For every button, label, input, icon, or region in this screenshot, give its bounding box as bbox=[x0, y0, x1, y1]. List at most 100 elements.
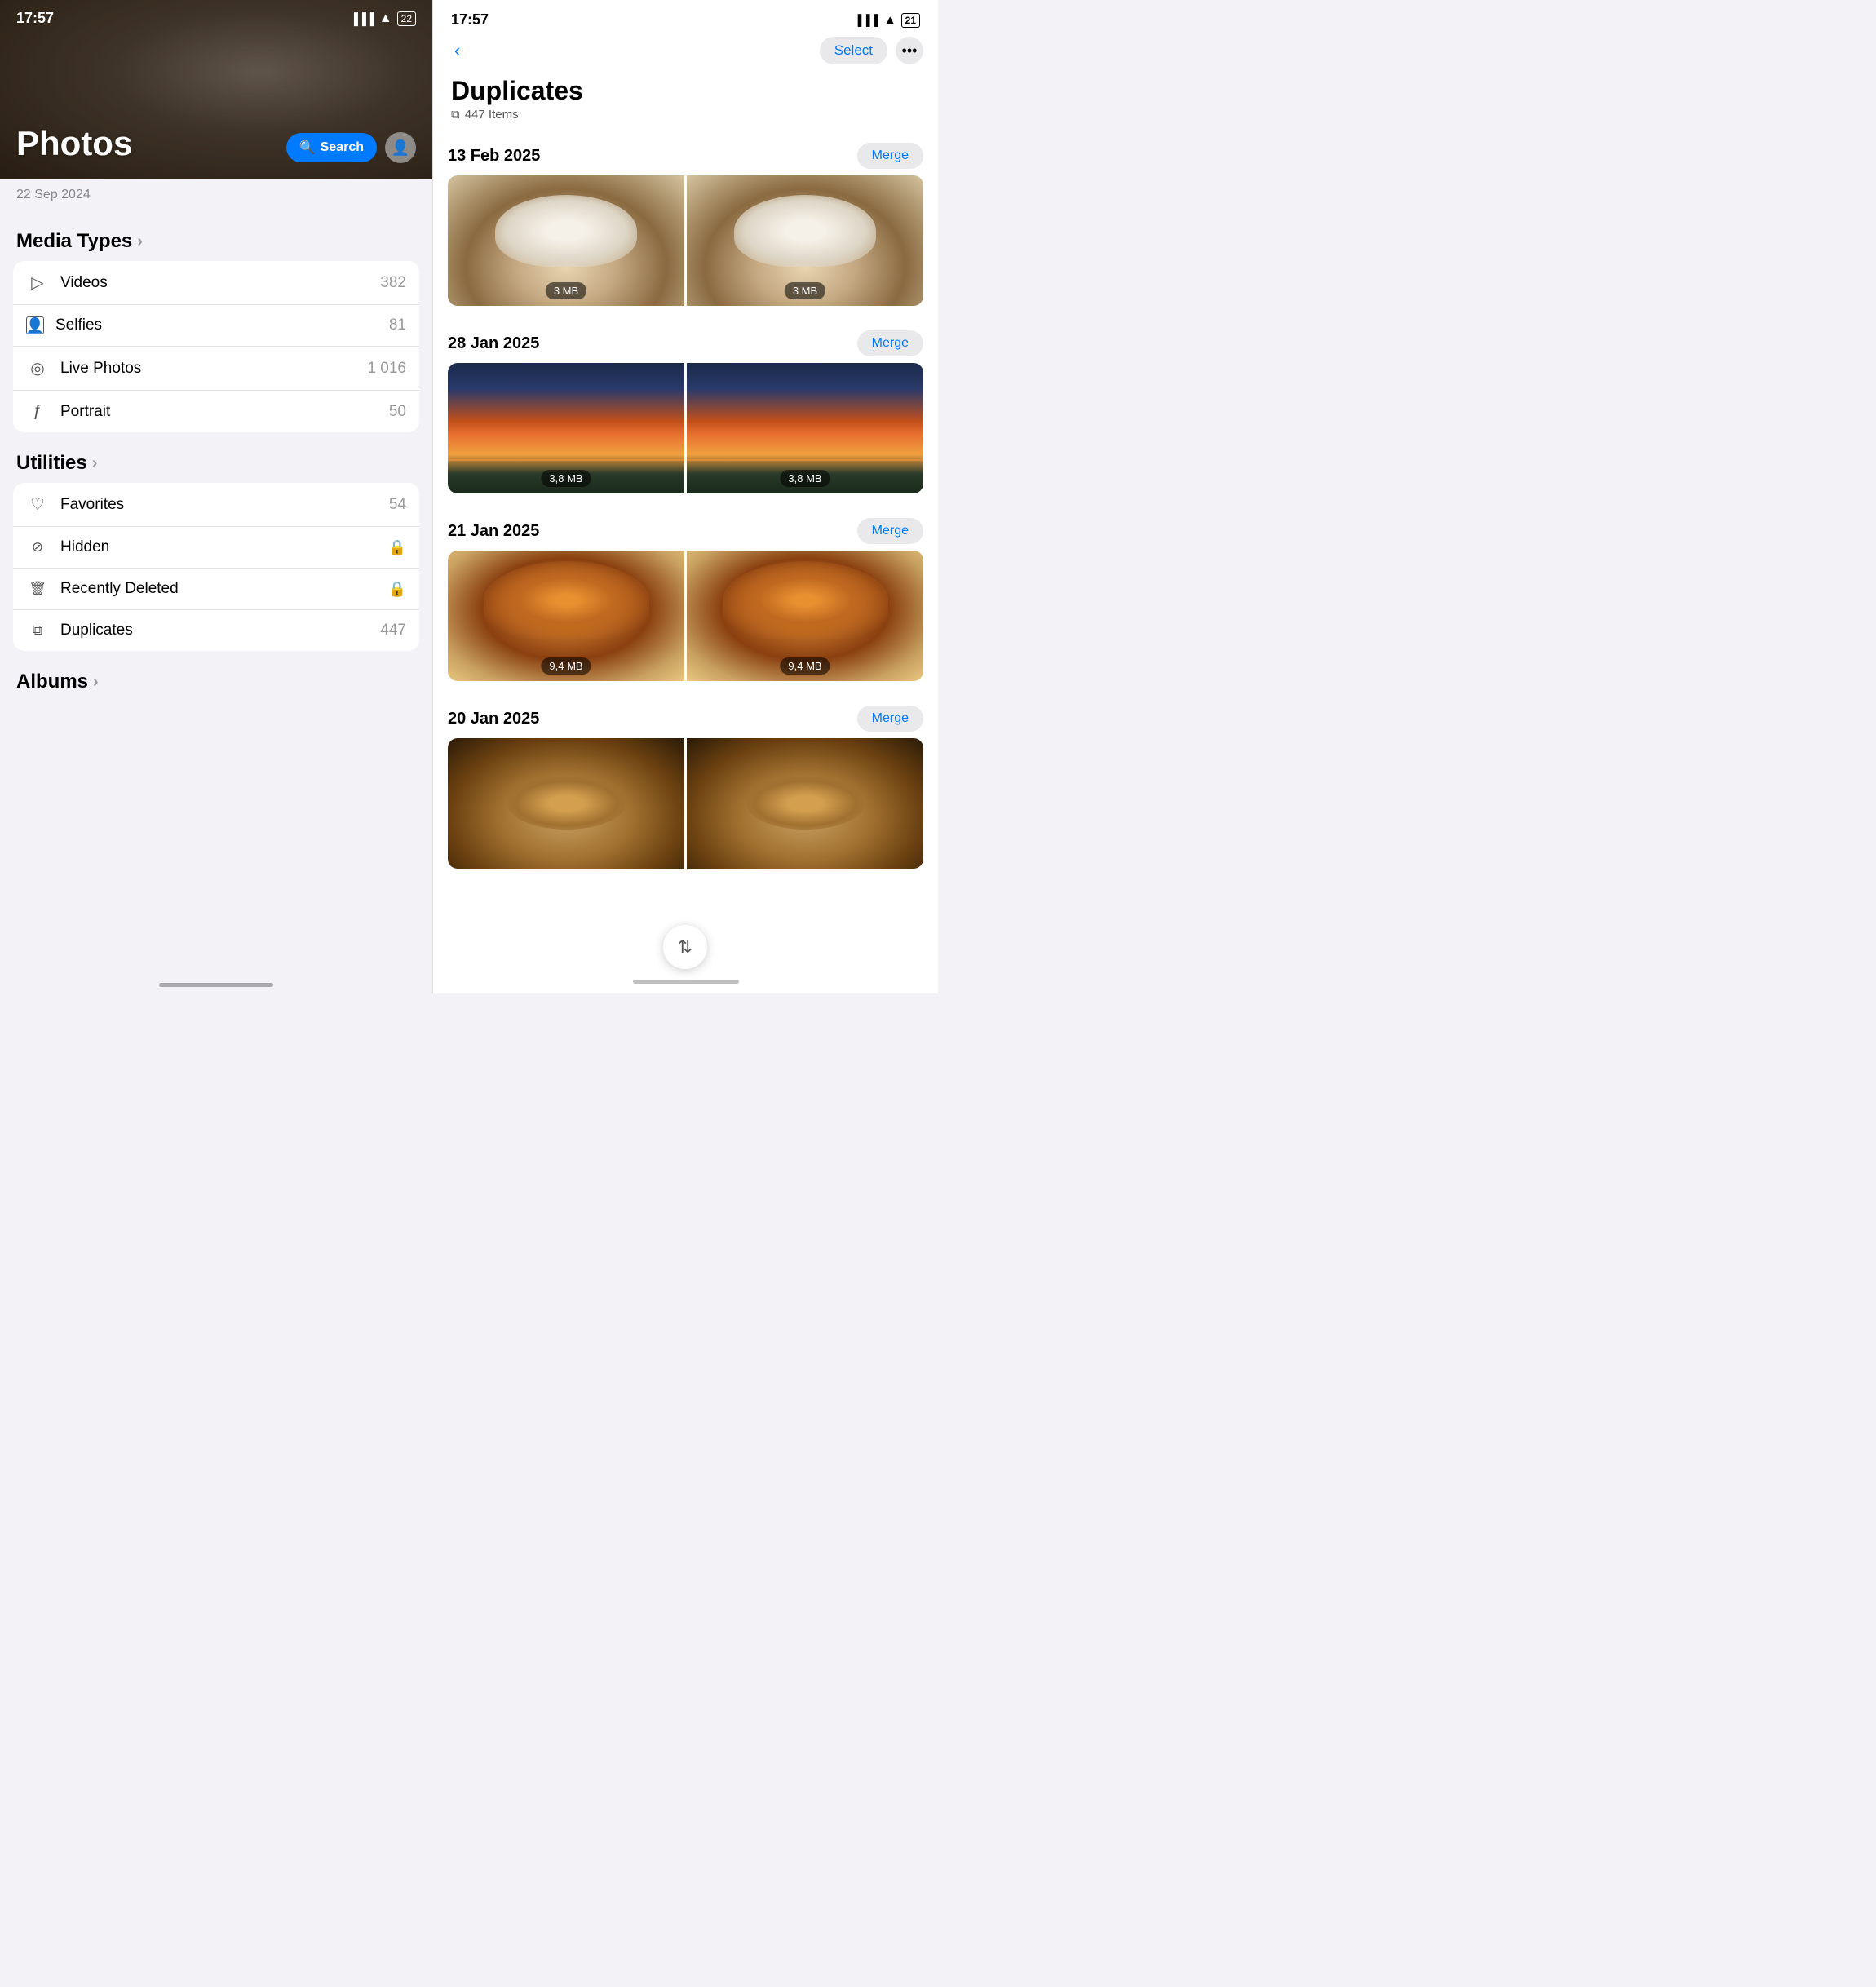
albums-header[interactable]: Albums › bbox=[0, 651, 432, 701]
photo-thumb-2a[interactable]: 3,8 MB bbox=[448, 363, 684, 493]
merge-button-3[interactable]: Merge bbox=[857, 518, 923, 544]
hidden-icon: ⊘ bbox=[26, 539, 49, 555]
utility-duplicates[interactable]: ⧉ Duplicates 447 bbox=[13, 610, 419, 651]
video-icon: ▷ bbox=[26, 272, 49, 293]
search-label: Search bbox=[321, 140, 364, 155]
items-count: 447 Items bbox=[465, 108, 519, 122]
utilities-list: ♡ Favorites 54 ⊘ Hidden 🔒 🗑 Recently Del… bbox=[13, 483, 419, 651]
date-section-3: 21 Jan 2025 Merge 9,4 MB 9,4 MB bbox=[448, 507, 923, 681]
photo-size-1b: 3 MB bbox=[785, 282, 825, 299]
date-section-1: 13 Feb 2025 Merge 3 MB 3 MB bbox=[448, 131, 923, 306]
hero-image: 17:57 ▐▐▐ ▲ 22 Photos 🔍 Search 👤 bbox=[0, 0, 432, 179]
hero-date: 22 Sep 2024 bbox=[0, 179, 432, 210]
sort-fab-button[interactable]: ⇅ bbox=[663, 925, 707, 969]
right-signal-icon: ▐▐▐ bbox=[854, 14, 879, 26]
merge-button-2[interactable]: Merge bbox=[857, 330, 923, 356]
search-magnifier-icon: 🔍 bbox=[299, 139, 316, 156]
merge-button-1[interactable]: Merge bbox=[857, 143, 923, 169]
hidden-label: Hidden bbox=[60, 538, 388, 556]
deleted-lock-icon: 🔒 bbox=[388, 581, 406, 598]
utilities-header[interactable]: Utilities › bbox=[0, 432, 432, 483]
albums-label: Albums bbox=[16, 670, 88, 693]
left-time: 17:57 bbox=[16, 10, 54, 27]
person-icon: 👤 bbox=[392, 139, 409, 157]
utility-favorites[interactable]: ♡ Favorites 54 bbox=[13, 483, 419, 527]
subtitle-icon: ⧉ bbox=[451, 108, 460, 122]
selfies-count: 81 bbox=[389, 316, 406, 334]
date-section-2: 28 Jan 2025 Merge 3,8 MB 3,8 MB bbox=[448, 319, 923, 493]
page-subtitle: ⧉ 447 Items bbox=[451, 108, 920, 122]
media-type-selfies[interactable]: 👤 Selfies 81 bbox=[13, 305, 419, 347]
back-button[interactable]: ‹ bbox=[448, 37, 467, 64]
duplicates-count: 447 bbox=[380, 622, 406, 639]
battery-icon: 22 bbox=[397, 11, 416, 26]
livephoto-icon: ◎ bbox=[26, 358, 49, 378]
duplicates-content[interactable]: 13 Feb 2025 Merge 3 MB 3 MB 28 Jan 2025 … bbox=[433, 131, 938, 969]
photo-pair-3: 9,4 MB 9,4 MB bbox=[448, 551, 923, 681]
right-battery-icon: 21 bbox=[901, 13, 920, 28]
signal-icon: ▐▐▐ bbox=[350, 12, 374, 25]
right-home-bar bbox=[633, 980, 739, 984]
photo-thumb-3b[interactable]: 9,4 MB bbox=[687, 551, 923, 681]
utility-hidden[interactable]: ⊘ Hidden 🔒 bbox=[13, 527, 419, 569]
home-indicator bbox=[159, 983, 273, 987]
favorites-count: 54 bbox=[389, 496, 406, 514]
right-time: 17:57 bbox=[451, 11, 489, 29]
deleted-icon: 🗑 bbox=[26, 581, 49, 597]
photo-size-1a: 3 MB bbox=[546, 282, 586, 299]
date-section-4: 20 Jan 2025 Merge bbox=[448, 694, 923, 869]
videos-label: Videos bbox=[60, 274, 380, 292]
media-types-header[interactable]: Media Types › bbox=[0, 210, 432, 261]
photo-thumb-1b[interactable]: 3 MB bbox=[687, 175, 923, 306]
media-type-portrait[interactable]: ƒ Portrait 50 bbox=[13, 391, 419, 432]
utilities-chevron: › bbox=[92, 454, 98, 473]
photo-thumb-2b[interactable]: 3,8 MB bbox=[687, 363, 923, 493]
right-panel-wrapper: 17:57 ▐▐▐ ▲ 21 ‹ Select ••• Duplicates ⧉… bbox=[432, 0, 938, 994]
photo-thumb-1a[interactable]: 3 MB bbox=[448, 175, 684, 306]
recently-deleted-label: Recently Deleted bbox=[60, 580, 388, 598]
photo-pair-2: 3,8 MB 3,8 MB bbox=[448, 363, 923, 493]
date-4: 20 Jan 2025 bbox=[448, 710, 539, 728]
right-status-bar: 17:57 ▐▐▐ ▲ 21 bbox=[433, 0, 938, 29]
left-status-icons: ▐▐▐ ▲ 22 bbox=[350, 11, 416, 26]
selfies-label: Selfies bbox=[55, 316, 389, 334]
photo-pair-4 bbox=[448, 738, 923, 869]
portrait-count: 50 bbox=[389, 403, 406, 421]
more-button[interactable]: ••• bbox=[896, 37, 923, 64]
page-title: Duplicates bbox=[451, 76, 920, 106]
media-types-chevron: › bbox=[137, 232, 143, 251]
right-header: Duplicates ⧉ 447 Items bbox=[433, 73, 938, 131]
media-type-livephotos[interactable]: ◎ Live Photos 1 016 bbox=[13, 347, 419, 391]
selfie-icon: 👤 bbox=[26, 316, 44, 334]
portrait-label: Portrait bbox=[60, 403, 389, 421]
right-panel: 17:57 ▐▐▐ ▲ 21 ‹ Select ••• Duplicates ⧉… bbox=[432, 0, 938, 994]
left-status-bar: 17:57 ▐▐▐ ▲ 22 bbox=[0, 0, 432, 27]
account-button[interactable]: 👤 bbox=[385, 132, 416, 163]
right-nav-bar: ‹ Select ••• bbox=[433, 29, 938, 73]
right-home-indicator bbox=[433, 969, 938, 994]
duplicates-label: Duplicates bbox=[60, 622, 380, 639]
media-type-videos[interactable]: ▷ Videos 382 bbox=[13, 261, 419, 305]
photo-thumb-4b[interactable] bbox=[687, 738, 923, 869]
media-types-list: ▷ Videos 382 👤 Selfies 81 ◎ Live Photos … bbox=[13, 261, 419, 432]
wifi-icon: ▲ bbox=[379, 11, 392, 26]
photo-thumb-3a[interactable]: 9,4 MB bbox=[448, 551, 684, 681]
search-button[interactable]: 🔍 Search bbox=[286, 133, 377, 162]
merge-button-4[interactable]: Merge bbox=[857, 706, 923, 732]
utilities-label: Utilities bbox=[16, 452, 87, 475]
sort-icon: ⇅ bbox=[678, 936, 692, 958]
right-status-icons: ▐▐▐ ▲ 21 bbox=[854, 13, 920, 28]
albums-chevron: › bbox=[93, 673, 99, 692]
photo-thumb-4a[interactable] bbox=[448, 738, 684, 869]
photo-size-3a: 9,4 MB bbox=[541, 657, 591, 675]
photo-size-2b: 3,8 MB bbox=[780, 470, 830, 487]
hidden-lock-icon: 🔒 bbox=[388, 539, 406, 556]
favorites-label: Favorites bbox=[60, 496, 389, 514]
title-buttons: 🔍 Search 👤 bbox=[286, 132, 416, 163]
select-button[interactable]: Select bbox=[820, 37, 887, 64]
videos-count: 382 bbox=[380, 274, 406, 292]
photo-size-2a: 3,8 MB bbox=[541, 470, 591, 487]
left-title-bar: Photos 🔍 Search 👤 bbox=[0, 124, 432, 163]
utility-recently-deleted[interactable]: 🗑 Recently Deleted 🔒 bbox=[13, 569, 419, 610]
favorites-icon: ♡ bbox=[26, 494, 49, 515]
